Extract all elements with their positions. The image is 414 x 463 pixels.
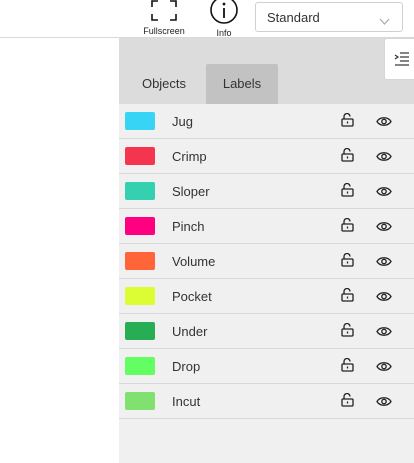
- fullscreen-button[interactable]: Fullscreen: [140, 0, 188, 36]
- label-color-swatch[interactable]: [125, 252, 155, 270]
- label-row[interactable]: Incut: [119, 384, 414, 419]
- eye-icon[interactable]: [376, 359, 392, 377]
- label-row[interactable]: Pocket: [119, 279, 414, 314]
- chevron-down-icon: [379, 13, 390, 28]
- label-name: Jug: [172, 114, 193, 129]
- label-name: Under: [172, 324, 208, 339]
- lock-icon[interactable]: [341, 252, 354, 272]
- eye-icon[interactable]: [376, 254, 392, 272]
- label-name: Pinch: [172, 219, 205, 234]
- collapse-panel-button[interactable]: [384, 38, 414, 80]
- label-color-swatch[interactable]: [125, 287, 155, 305]
- lock-icon[interactable]: [341, 147, 354, 167]
- lock-icon[interactable]: [341, 217, 354, 237]
- label-list: Jug Crimp Sloper Pinch Volume Pocket Under Drop…: [119, 104, 414, 419]
- label-row[interactable]: Pinch: [119, 209, 414, 244]
- eye-icon[interactable]: [376, 114, 392, 132]
- label-color-swatch[interactable]: [125, 217, 155, 235]
- top-toolbar: Fullscreen Info Standard: [0, 0, 414, 38]
- label-name: Crimp: [172, 149, 207, 164]
- lock-icon[interactable]: [341, 112, 354, 132]
- panel-header: Objects Labels: [119, 38, 414, 104]
- label-name: Pocket: [172, 289, 212, 304]
- eye-icon[interactable]: [376, 149, 392, 167]
- label-row[interactable]: Drop: [119, 349, 414, 384]
- eye-icon[interactable]: [376, 219, 392, 237]
- label-color-swatch[interactable]: [125, 357, 155, 375]
- label-color-swatch[interactable]: [125, 147, 155, 165]
- label-row[interactable]: Crimp: [119, 139, 414, 174]
- eye-icon[interactable]: [376, 289, 392, 307]
- lock-icon[interactable]: [341, 287, 354, 307]
- lock-icon[interactable]: [341, 322, 354, 342]
- label-name: Incut: [172, 394, 201, 409]
- label-color-swatch[interactable]: [125, 182, 155, 200]
- mode-select[interactable]: Standard: [255, 2, 403, 32]
- lock-icon[interactable]: [341, 182, 354, 202]
- fullscreen-icon: [140, 0, 188, 24]
- label-name: Drop: [172, 359, 201, 374]
- label-name: Sloper: [172, 184, 210, 199]
- fullscreen-label: Fullscreen: [143, 26, 185, 36]
- label-color-swatch[interactable]: [125, 322, 155, 340]
- tab-labels[interactable]: Labels: [206, 64, 278, 104]
- lock-icon[interactable]: [341, 392, 354, 412]
- label-row[interactable]: Jug: [119, 104, 414, 139]
- label-row[interactable]: Volume: [119, 244, 414, 279]
- eye-icon[interactable]: [376, 184, 392, 202]
- label-color-swatch[interactable]: [125, 392, 155, 410]
- tab-objects[interactable]: Objects: [130, 64, 198, 104]
- lock-icon[interactable]: [341, 357, 354, 377]
- labels-panel: Objects Labels Jug Crimp Sloper Pinch Volume…: [119, 38, 414, 463]
- label-color-swatch[interactable]: [125, 112, 155, 130]
- label-row[interactable]: Sloper: [119, 174, 414, 209]
- info-icon: [204, 0, 244, 26]
- info-label: Info: [216, 28, 232, 38]
- eye-icon[interactable]: [376, 394, 392, 412]
- mode-select-value: Standard: [267, 10, 320, 25]
- eye-icon[interactable]: [376, 324, 392, 342]
- label-name: Volume: [172, 254, 216, 269]
- info-button[interactable]: Info: [204, 0, 244, 38]
- label-row[interactable]: Under: [119, 314, 414, 349]
